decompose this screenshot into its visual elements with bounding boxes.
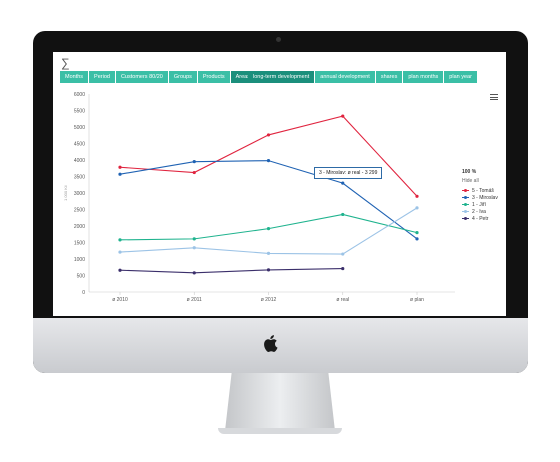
legend-swatch bbox=[462, 210, 469, 213]
x-tick-label: ø real bbox=[336, 297, 349, 303]
y-tick-label: 2500 bbox=[74, 207, 85, 213]
legend-title: 100 % bbox=[462, 169, 477, 175]
legend-label: 2 - Iva bbox=[472, 208, 486, 215]
tooltip: 3 - Miroslav: ø real - 3 299 bbox=[314, 167, 383, 179]
legend-item[interactable]: 3 - Miroslav bbox=[462, 194, 498, 201]
data-point bbox=[341, 252, 345, 256]
y-tick-label: 3000 bbox=[74, 191, 85, 197]
data-point bbox=[118, 268, 122, 272]
monitor-chin bbox=[33, 318, 528, 373]
y-tick-label: 4500 bbox=[74, 141, 85, 147]
data-point bbox=[415, 194, 419, 198]
y-tick-label: 1000 bbox=[74, 257, 85, 263]
data-point bbox=[266, 268, 271, 272]
y-tick-label: 4000 bbox=[74, 158, 85, 164]
y-tick-label: 0 bbox=[82, 290, 85, 296]
data-point bbox=[118, 172, 122, 176]
y-axis-label: 1 000 Kč bbox=[63, 185, 68, 201]
x-tick-label: ø 2010 bbox=[112, 297, 128, 303]
data-point bbox=[341, 212, 345, 217]
y-tick-label: 500 bbox=[77, 273, 86, 279]
x-tick-label: ø plan bbox=[410, 297, 424, 303]
app-screen: ∑ Months Period Customers 80/20 Groups Produ… bbox=[53, 52, 506, 316]
x-tick-label: ø 2012 bbox=[261, 297, 277, 303]
data-point bbox=[341, 181, 345, 185]
legend-item[interactable]: 4 - Petr bbox=[462, 215, 498, 222]
y-tick-label: 6000 bbox=[74, 92, 85, 98]
data-point bbox=[266, 159, 271, 163]
data-point bbox=[192, 170, 196, 175]
legend-label: 4 - Petr bbox=[472, 215, 489, 222]
data-point bbox=[341, 114, 345, 118]
data-point bbox=[266, 251, 271, 255]
legend: 100 % Hide all 5 - Tomáš 3 - Miroslav 1 - … bbox=[462, 169, 498, 222]
series-line bbox=[119, 115, 418, 197]
legend-label: 3 - Miroslav bbox=[472, 194, 498, 201]
hide-all-link[interactable]: Hide all bbox=[462, 178, 498, 184]
y-tick-label: 5000 bbox=[74, 125, 85, 131]
data-point bbox=[192, 160, 196, 164]
legend-swatch bbox=[462, 203, 469, 206]
legend-swatch bbox=[462, 196, 469, 199]
data-point bbox=[266, 227, 271, 231]
monitor-foot bbox=[218, 428, 342, 434]
y-tick-label: 2000 bbox=[74, 224, 85, 230]
series-line bbox=[119, 268, 343, 274]
legend-item[interactable]: 2 - Iva bbox=[462, 208, 498, 215]
x-tick-label: ø 2011 bbox=[187, 297, 202, 303]
y-tick-label: 5500 bbox=[74, 108, 85, 114]
data-point bbox=[192, 271, 196, 275]
series-line bbox=[119, 207, 418, 255]
y-tick-label: 3500 bbox=[74, 174, 85, 180]
data-point bbox=[415, 206, 419, 210]
camera bbox=[276, 37, 281, 42]
data-point bbox=[415, 237, 419, 241]
monitor-stand bbox=[225, 373, 335, 431]
legend-label: 5 - Tomáš bbox=[472, 187, 494, 194]
data-point bbox=[266, 133, 271, 137]
data-point bbox=[118, 238, 122, 242]
legend-item[interactable]: 5 - Tomáš bbox=[462, 187, 498, 194]
legend-label: 1 - Jiří bbox=[472, 201, 486, 208]
data-point bbox=[118, 165, 122, 169]
legend-swatch bbox=[462, 189, 469, 192]
legend-item[interactable]: 1 - Jiří bbox=[462, 201, 498, 208]
data-point bbox=[415, 231, 419, 235]
data-point bbox=[341, 266, 345, 271]
legend-swatch bbox=[462, 217, 469, 220]
line-chart: 0 500 1000 1500 2000 2500 3000 3500 4000 4500 5000… bbox=[63, 92, 455, 303]
data-point bbox=[192, 246, 196, 250]
y-tick-label: 1500 bbox=[74, 240, 85, 246]
data-point bbox=[118, 250, 122, 254]
data-point bbox=[192, 237, 196, 241]
